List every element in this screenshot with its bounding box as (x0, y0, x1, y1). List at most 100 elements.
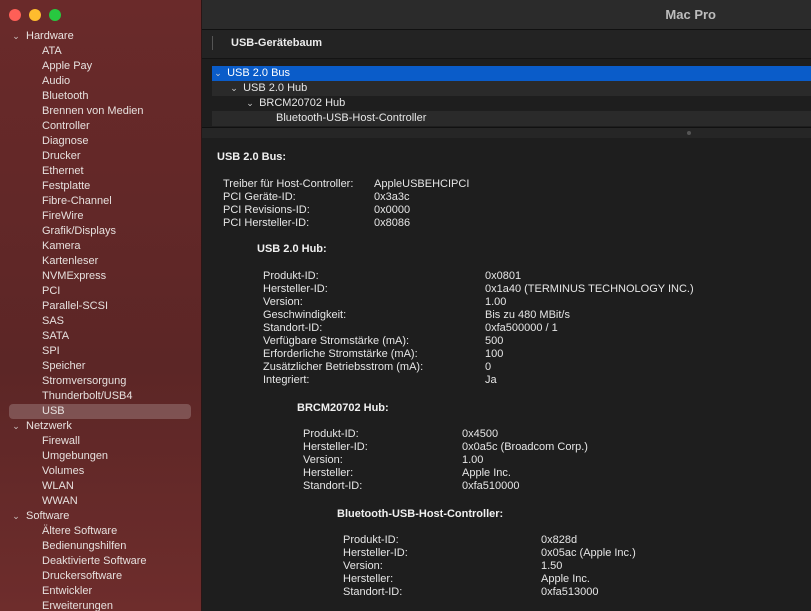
sidebar-item[interactable]: WLAN (0, 479, 201, 494)
sidebar-item[interactable]: Grafik/Displays (0, 224, 201, 239)
device-tree-row[interactable]: ⌄ BRCM20702 Hub (212, 96, 811, 111)
sidebar-item-label: Deaktivierte Software (42, 555, 147, 567)
detail-value: 0x1a40 (TERMINUS TECHNOLOGY INC.) (485, 283, 694, 295)
sidebar-item[interactable]: SATA (0, 329, 201, 344)
chevron-down-icon[interactable]: ⌄ (212, 66, 224, 81)
window-title: Mac Pro (665, 7, 716, 22)
sidebar-item-label: Bedienungshilfen (42, 540, 127, 552)
detail-value: 0x3a3c (374, 191, 410, 203)
detail-value: 1.00 (462, 454, 484, 466)
detail-value: 0x828d (541, 534, 578, 546)
sidebar-category[interactable]: ⌄ Hardware (0, 29, 201, 44)
sidebar-item[interactable]: Stromversorgung (0, 374, 201, 389)
device-tree-row[interactable]: Bluetooth-USB-Host-Controller (212, 111, 811, 126)
sidebar-item[interactable]: Diagnose (0, 134, 201, 149)
sidebar-item-label: Controller (42, 120, 90, 132)
detail-section-title: BRCM20702 Hub: (297, 402, 389, 414)
sidebar-item[interactable]: SAS (0, 314, 201, 329)
detail-value: 0x0a5c (Broadcom Corp.) (462, 441, 588, 453)
sidebar-item[interactable]: Thunderbolt/USB4 (0, 389, 201, 404)
sidebar-item-label: SATA (42, 330, 70, 342)
detail-value: AppleUSBEHCIPCI (374, 178, 470, 190)
sidebar-item-label: USB (42, 405, 65, 417)
detail-key: Hersteller: (303, 467, 354, 479)
sidebar-item[interactable]: FireWire (0, 209, 201, 224)
close-window-button[interactable] (9, 9, 21, 21)
sidebar-item[interactable]: Bedienungshilfen (0, 539, 201, 554)
detail-key: Standort-ID: (263, 322, 323, 334)
sidebar-item[interactable]: Kamera (0, 239, 201, 254)
main-pane: Mac Pro USB-Gerätebaum ⌄ USB 2.0 Bus ⌄ U… (202, 0, 811, 611)
usb-device-tree: ⌄ USB 2.0 Bus ⌄ USB 2.0 Hub ⌄ BRCM20702 … (202, 59, 811, 127)
detail-key: Hersteller: (343, 573, 394, 585)
section-title: USB-Gerätebaum (231, 37, 323, 49)
sidebar-item[interactable]: Druckersoftware (0, 569, 201, 584)
sidebar-item[interactable]: Kartenleser (0, 254, 201, 269)
sidebar-item[interactable]: Firewall (0, 434, 201, 449)
chevron-down-icon[interactable]: ⌄ (244, 96, 256, 111)
sidebar: ⌄ Hardware ATA Apple Pay Audio Bluetooth Brenn… (0, 0, 202, 611)
sidebar-item[interactable]: Deaktivierte Software (0, 554, 201, 569)
sidebar-item[interactable]: Speicher (0, 359, 201, 374)
detail-section-title: USB 2.0 Bus: (217, 151, 287, 163)
sidebar-item[interactable]: Parallel-SCSI (0, 299, 201, 314)
detail-value: 1.50 (541, 560, 563, 572)
sidebar-item[interactable]: Fibre-Channel (0, 194, 201, 209)
sidebar-item[interactable]: Entwickler (0, 584, 201, 599)
sidebar-item[interactable]: Umgebungen (0, 449, 201, 464)
splitter-handle-icon[interactable] (687, 131, 691, 135)
chevron-down-icon[interactable]: ⌄ (11, 29, 21, 44)
sidebar-item[interactable]: Apple Pay (0, 59, 201, 74)
detail-value: Ja (485, 374, 497, 386)
sidebar-item[interactable]: Audio (0, 74, 201, 89)
sidebar-item[interactable]: Bluetooth (0, 89, 201, 104)
detail-key: Produkt-ID: (343, 534, 399, 546)
sidebar-item[interactable]: Erweiterungen (0, 599, 201, 611)
minimize-window-button[interactable] (29, 9, 41, 21)
sidebar-item-label: PCI (42, 285, 61, 297)
sidebar-item[interactable]: WWAN (0, 494, 201, 509)
chevron-down-icon[interactable]: ⌄ (11, 419, 21, 434)
detail-key: PCI Geräte-ID: (223, 191, 296, 203)
sidebar-item-label: Festplatte (42, 180, 91, 192)
sidebar-item[interactable]: ATA (0, 44, 201, 59)
sidebar-item[interactable]: Festplatte (0, 179, 201, 194)
sidebar-item[interactable]: Volumes (0, 464, 201, 479)
title-bar: Mac Pro (202, 0, 811, 30)
sidebar-tree: ⌄ Hardware ATA Apple Pay Audio Bluetooth Brenn… (0, 29, 201, 611)
device-tree-row[interactable]: ⌄ USB 2.0 Bus (212, 66, 811, 81)
system-information-window: ⌄ Hardware ATA Apple Pay Audio Bluetooth Brenn… (0, 0, 811, 611)
chevron-down-icon[interactable]: ⌄ (228, 81, 240, 96)
sidebar-item[interactable]: NVMExpress (0, 269, 201, 284)
sidebar-item[interactable]: Ethernet (0, 164, 201, 179)
sidebar-item[interactable]: Brennen von Medien (0, 104, 201, 119)
detail-key: Produkt-ID: (263, 270, 319, 282)
sidebar-category-label: Software (26, 510, 70, 522)
detail-key: Hersteller-ID: (303, 441, 368, 453)
zoom-window-button[interactable] (49, 9, 61, 21)
detail-value: Bis zu 480 MBit/s (485, 309, 570, 321)
sidebar-category[interactable]: ⌄ Netzwerk (0, 419, 201, 434)
detail-value: 0xfa500000 / 1 (485, 322, 558, 334)
detail-value: 0x4500 (462, 428, 499, 440)
section-header: USB-Gerätebaum (202, 30, 811, 59)
sidebar-category-label: Hardware (26, 30, 74, 42)
device-tree-row[interactable]: ⌄ USB 2.0 Hub (212, 81, 811, 96)
detail-value: Apple Inc. (541, 573, 590, 585)
sidebar-item[interactable]: SPI (0, 344, 201, 359)
sidebar-item[interactable]: Controller (0, 119, 201, 134)
sidebar-category[interactable]: ⌄ Software (0, 509, 201, 524)
chevron-down-icon[interactable]: ⌄ (11, 509, 21, 524)
sidebar-item-label: Erweiterungen (42, 600, 113, 611)
device-tree-label: BRCM20702 Hub (259, 97, 346, 109)
sidebar-item-label: Druckersoftware (42, 570, 123, 582)
sidebar-item[interactable]: Ältere Software (0, 524, 201, 539)
detail-value: 0x05ac (Apple Inc.) (541, 547, 636, 559)
sidebar-item-label: Apple Pay (42, 60, 93, 72)
sidebar-item[interactable]: USB (0, 404, 201, 419)
sidebar-item-label: Umgebungen (42, 450, 109, 462)
details-pane: USB 2.0 Bus: Treiber für Host-Controller:… (202, 138, 811, 611)
sidebar-item[interactable]: Drucker (0, 149, 201, 164)
sidebar-item[interactable]: PCI (0, 284, 201, 299)
sidebar-item-label: SPI (42, 345, 60, 357)
